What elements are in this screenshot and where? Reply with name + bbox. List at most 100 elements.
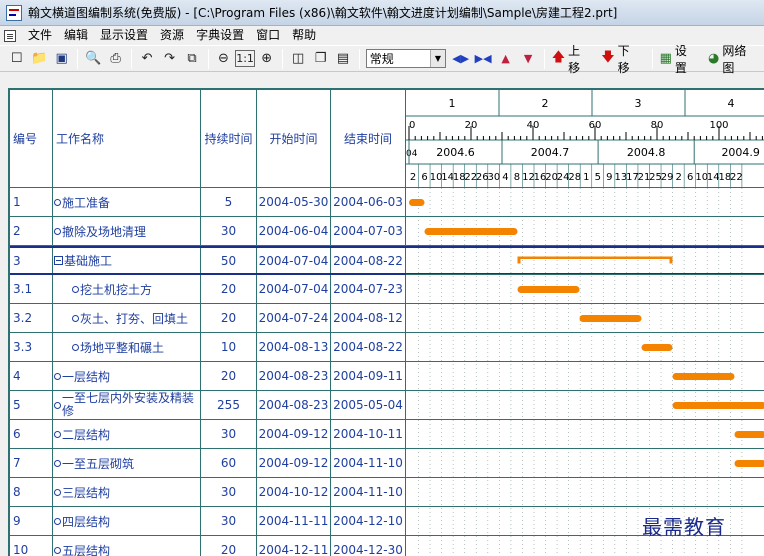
cell-id[interactable]: 3 [10,248,53,273]
cell-name[interactable]: 灰土、打夯、回填土 [53,304,201,332]
cell-end[interactable]: 2004-10-11 [331,420,406,448]
cell-duration[interactable]: 20 [201,275,257,303]
cell-id[interactable]: 2 [10,217,53,245]
cell-duration[interactable]: 30 [201,478,257,506]
cell-end[interactable]: 2004-07-23 [331,275,406,303]
zoom-out-icon[interactable]: ⊖ [213,48,234,70]
cell-end[interactable]: 2004-07-03 [331,217,406,245]
collapse-horizontal-icon[interactable]: ▶◀ [472,48,493,70]
cell-id[interactable]: 3.1 [10,275,53,303]
column-header-duration[interactable]: 持续时间 [201,90,257,188]
cell-duration[interactable]: 50 [201,248,257,273]
column-header-id[interactable]: 编号 [10,90,53,188]
print-icon[interactable]: ⎙ [105,48,126,70]
cell-start[interactable]: 2004-05-30 [257,188,331,216]
cell-end[interactable]: 2004-08-22 [331,248,406,273]
cell-id[interactable]: 8 [10,478,53,506]
cell-end[interactable]: 2004-11-10 [331,478,406,506]
cell-name[interactable]: 四层结构 [53,507,201,535]
cell-start[interactable]: 2004-11-11 [257,507,331,535]
save-icon[interactable]: ▣ [51,48,72,70]
menu-file[interactable]: 文件 [22,26,58,45]
open-folder-icon[interactable]: 📁 [28,48,49,70]
cell-end[interactable]: 2004-08-12 [331,304,406,332]
cascade-view-icon[interactable]: ❐ [310,48,331,70]
expand-horizontal-icon[interactable]: ◀▶ [450,48,471,70]
cell-duration[interactable]: 20 [201,362,257,390]
view-mode-select[interactable]: 常规 ▼ [365,49,446,68]
cell-name[interactable]: 挖土机挖土方 [53,275,201,303]
cell-name[interactable]: 施工准备 [53,188,201,216]
redo-icon[interactable]: ↷ [159,48,180,70]
menu-resources[interactable]: 资源 [154,26,190,45]
cell-duration[interactable]: 10 [201,333,257,361]
undo-icon[interactable]: ↶ [136,48,157,70]
cell-start[interactable]: 2004-08-23 [257,391,331,419]
cell-end[interactable]: 2004-08-22 [331,333,406,361]
cell-start[interactable]: 2004-07-04 [257,275,331,303]
cell-id[interactable]: 7 [10,449,53,477]
cell-end[interactable]: 2004-12-30 [331,536,406,556]
menu-help[interactable]: 帮助 [286,26,322,45]
cell-name[interactable]: 三层结构 [53,478,201,506]
cell-name[interactable]: 一层结构 [53,362,201,390]
cell-duration[interactable]: 255 [201,391,257,419]
cell-end[interactable]: 2004-09-11 [331,362,406,390]
cell-end[interactable]: 2004-11-10 [331,449,406,477]
cell-duration[interactable]: 20 [201,304,257,332]
column-header-start[interactable]: 开始时间 [257,90,331,188]
cell-duration[interactable]: 5 [201,188,257,216]
menu-dictionary-settings[interactable]: 字典设置 [190,26,250,45]
menu-edit[interactable]: 编辑 [58,26,94,45]
column-header-end[interactable]: 结束时间 [331,90,406,188]
cell-duration[interactable]: 30 [201,420,257,448]
chevron-down-icon[interactable]: ▼ [429,50,445,67]
cell-start[interactable]: 2004-07-04 [257,248,331,273]
split-view-icon[interactable]: ◫ [287,48,308,70]
new-file-icon[interactable]: ☐ [6,48,27,70]
cell-name[interactable]: 二层结构 [53,420,201,448]
cell-start[interactable]: 2004-06-04 [257,217,331,245]
cell-id[interactable]: 10 [10,536,53,556]
cell-start[interactable]: 2004-08-13 [257,333,331,361]
expand-vertical-icon[interactable]: ▲ [495,48,516,70]
cell-start[interactable]: 2004-12-11 [257,536,331,556]
collapse-icon[interactable] [54,256,63,265]
cell-end[interactable]: 2005-05-04 [331,391,406,419]
move-down-button[interactable]: 🡇 下移 [598,44,643,75]
cell-name[interactable]: 场地平整和碾土 [53,333,201,361]
cell-id[interactable]: 9 [10,507,53,535]
cell-name[interactable]: 一至七层内外安装及精装修 [53,391,201,419]
cell-duration[interactable]: 30 [201,507,257,535]
move-up-button[interactable]: 🡅 上移 [549,44,594,75]
cell-id[interactable]: 4 [10,362,53,390]
cell-id[interactable]: 5 [10,391,53,419]
collapse-vertical-icon[interactable]: ▼ [517,48,538,70]
cell-start[interactable]: 2004-09-12 [257,420,331,448]
cell-id[interactable]: 6 [10,420,53,448]
zoom-in-icon[interactable]: ⊕ [256,48,277,70]
cell-end[interactable]: 2004-12-10 [331,507,406,535]
print-preview-icon[interactable]: 🔍 [82,48,103,70]
cell-end[interactable]: 2004-06-03 [331,188,406,216]
cell-duration[interactable]: 20 [201,536,257,556]
cell-start[interactable]: 2004-10-12 [257,478,331,506]
cell-duration[interactable]: 60 [201,449,257,477]
cell-name[interactable]: 一至五层砌筑 [53,449,201,477]
cell-start[interactable]: 2004-09-12 [257,449,331,477]
cell-start[interactable]: 2004-08-23 [257,362,331,390]
cell-name[interactable]: 撤除及场地清理 [53,217,201,245]
menu-window[interactable]: 窗口 [250,26,286,45]
cell-id[interactable]: 3.2 [10,304,53,332]
cell-id[interactable]: 3.3 [10,333,53,361]
column-header-name[interactable]: 工作名称 [53,90,201,188]
settings-button[interactable]: ▦ 设置 [657,44,701,75]
cell-name[interactable]: 五层结构 [53,536,201,556]
menu-display-settings[interactable]: 显示设置 [94,26,154,45]
cell-duration[interactable]: 30 [201,217,257,245]
table-view-icon[interactable]: ▤ [332,48,353,70]
document-icon[interactable] [4,29,16,42]
network-diagram-button[interactable]: ◕ 网络图 [705,44,760,75]
zoom-reset-button[interactable]: 1:1 [235,50,255,67]
cell-name[interactable]: 基础施工 [53,248,201,273]
